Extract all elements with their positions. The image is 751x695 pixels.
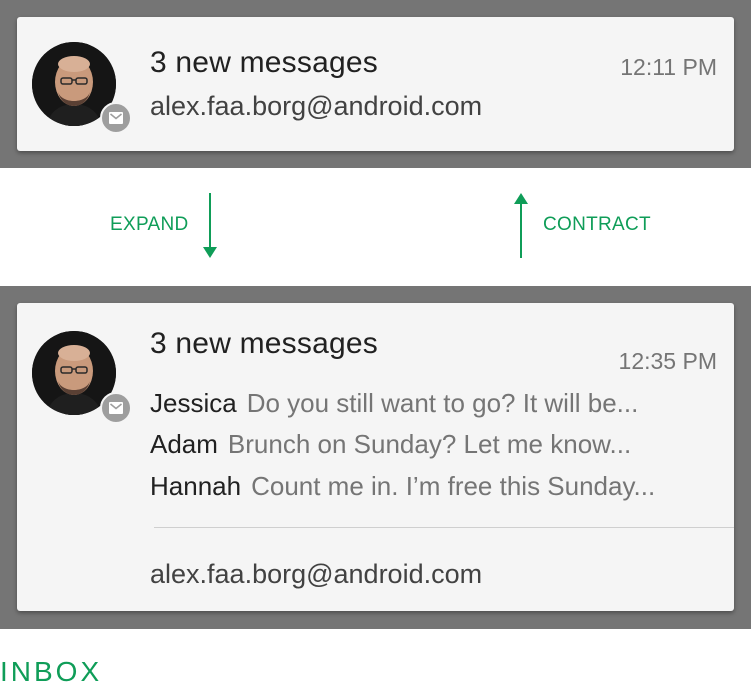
collapsed-notification[interactable]: 3 new messages 12:11 PM alex.faa.borg@an… [17,17,734,151]
mail-badge [100,392,132,424]
mail-icon [109,402,123,414]
expand-label: EXPAND [110,214,189,235]
arrow-down-icon [203,193,217,258]
message-preview: Count me in. I’m free this Sunday... [251,471,656,501]
message-sender: Hannah [150,471,242,501]
message-preview: Brunch on Sunday? Let me know... [227,429,632,459]
notification-title: 3 new messages [150,327,378,360]
inbox-style-label: INBOX [0,656,103,687]
mail-icon [109,112,123,124]
account-email: alex.faa.borg@android.com [150,559,483,589]
divider [154,527,734,528]
contract-label: CONTRACT [543,214,651,235]
message-sender: Adam [150,429,218,459]
account-email: alex.faa.borg@android.com [150,91,483,121]
notification-time: 12:35 PM [618,348,717,374]
notification-time: 12:11 PM [620,54,717,80]
message-row-hannah[interactable]: Hannah Count me in. I’m free this Sunday.… [150,471,655,502]
message-sender: Jessica [150,388,237,418]
message-preview: Do you still want to go? It will be... [246,388,639,418]
expanded-notification[interactable]: 3 new messages 12:35 PM Jessica Do you st… [17,303,734,611]
notification-title: 3 new messages [150,46,378,79]
mail-badge [100,102,132,134]
message-row-adam[interactable]: Adam Brunch on Sunday? Let me know... [150,429,631,460]
message-row-jessica[interactable]: Jessica Do you still want to go? It will … [150,388,638,419]
arrow-up-icon [514,193,528,258]
